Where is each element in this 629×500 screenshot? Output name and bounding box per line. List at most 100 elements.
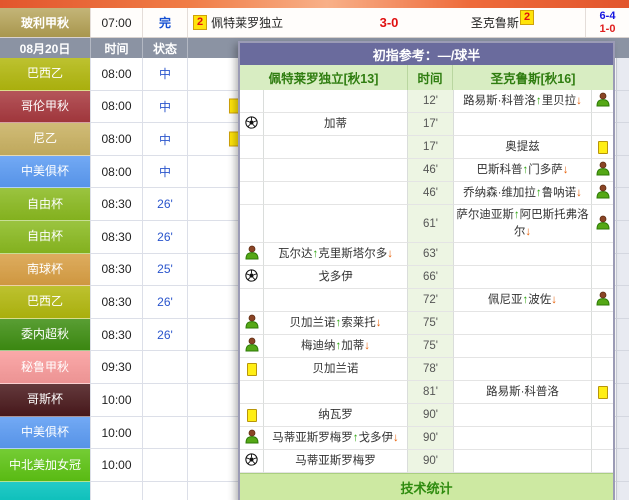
row-right-strip xyxy=(616,221,629,254)
league-badge xyxy=(0,482,90,500)
league-badge: 自由杯 xyxy=(0,188,90,221)
substitution-icon xyxy=(244,245,260,263)
away-event-player-cell xyxy=(453,427,591,450)
match-time: 08:00 xyxy=(90,58,142,91)
home-event-icon-cell xyxy=(240,381,263,404)
away-event-icon-cell xyxy=(591,243,613,266)
sub-in-arrow-icon: ↑ xyxy=(523,164,529,176)
featured-match-row[interactable]: 玻利甲秋 07:00 完 2 佩特莱罗独立 3-0 圣克鲁斯 2 6-4 1-0 xyxy=(0,8,629,38)
event-minute: 81' xyxy=(407,381,453,404)
substitution-icon xyxy=(595,92,611,110)
popup-time-header: 时间 xyxy=(407,65,453,90)
event-row: 马蒂亚斯罗梅罗 90' xyxy=(240,450,613,473)
match-time: 08:30 xyxy=(90,254,142,287)
home-event-player-cell: 梅迪纳↑加蒂↓ xyxy=(263,335,407,358)
event-row: 46' 乔纳森·维加拉↑鲁呐诺↓ xyxy=(240,182,613,205)
league-badge: 秘鲁甲秋 xyxy=(0,351,90,384)
match-status xyxy=(142,351,187,384)
sub-out-arrow-icon: ↓ xyxy=(563,164,569,176)
event-minute: 90' xyxy=(407,404,453,427)
home-event-player-cell: 纳瓦罗 xyxy=(263,404,407,427)
page-top-banner xyxy=(0,0,629,8)
event-row: 贝加兰诺↑索莱托↓ 75' xyxy=(240,312,613,335)
away-event-icon-cell xyxy=(591,404,613,427)
match-status: 中 xyxy=(142,123,187,156)
sub-out-arrow-icon: ↓ xyxy=(525,226,531,238)
row-right-strip xyxy=(616,58,629,91)
event-row: 61' 萨尔迪亚斯↑阿巴斯托弗洛尔↓ xyxy=(240,205,613,243)
away-event-icon-cell xyxy=(591,113,613,136)
sub-in-arrow-icon: ↑ xyxy=(336,317,342,329)
match-time: 08:00 xyxy=(90,123,142,156)
event-minute: 17' xyxy=(407,136,453,159)
away-event-icon-cell xyxy=(591,136,613,159)
event-player-text: 巴斯科普↑门多萨↓ xyxy=(475,160,571,181)
home-event-player-cell xyxy=(263,289,407,312)
event-row: 72' 佩尼亚↑波佐↓ xyxy=(240,289,613,312)
sub-out-arrow-icon: ↓ xyxy=(576,187,582,199)
row-right-strip xyxy=(616,319,629,352)
match-status: 26' xyxy=(142,188,187,221)
match-time: 07:00 xyxy=(90,8,142,37)
event-row: 17' 奥提兹 xyxy=(240,136,613,159)
home-event-player-cell: 加蒂 xyxy=(263,113,407,136)
event-minute: 46' xyxy=(407,159,453,182)
event-minute: 75' xyxy=(407,312,453,335)
row-right-strip xyxy=(616,188,629,221)
event-minute: 63' xyxy=(407,243,453,266)
away-event-player-cell xyxy=(453,312,591,335)
league-badge: 中北美加女冠 xyxy=(0,449,90,482)
event-row: 81' 路易斯·科普洛 xyxy=(240,381,613,404)
event-player-text: 瓦尔达↑克里斯塔尔多↓ xyxy=(276,244,395,265)
event-player-text: 奥提兹 xyxy=(503,137,542,158)
event-row: 纳瓦罗 90' xyxy=(240,404,613,427)
home-team-cell[interactable]: 2 佩特莱罗独立 xyxy=(187,8,358,37)
sub-out-arrow-icon: ↓ xyxy=(387,248,393,260)
half-time-score: 1-0 xyxy=(600,23,616,36)
event-minute: 66' xyxy=(407,266,453,289)
yellow-card-icon xyxy=(598,141,608,154)
home-event-icon-cell xyxy=(240,90,263,113)
match-status xyxy=(142,482,187,500)
event-minute: 75' xyxy=(407,335,453,358)
event-minute: 46' xyxy=(407,182,453,205)
home-event-player-cell xyxy=(263,205,407,243)
away-event-icon-cell xyxy=(591,289,613,312)
match-time: 08:30 xyxy=(90,221,142,254)
event-minute: 72' xyxy=(407,289,453,312)
away-event-icon-cell xyxy=(591,335,613,358)
away-event-player-cell: 路易斯·科普洛↑里贝拉↓ xyxy=(453,90,591,113)
match-score: 3-0 xyxy=(358,8,420,37)
home-event-icon-cell xyxy=(240,136,263,159)
home-event-player-cell: 贝加兰诺 xyxy=(263,358,407,381)
match-time: 10:00 xyxy=(90,449,142,482)
away-event-icon-cell xyxy=(591,159,613,182)
match-status xyxy=(142,384,187,417)
away-team-cell[interactable]: 圣克鲁斯 2 xyxy=(420,8,585,37)
event-row: 46' 巴斯科普↑门多萨↓ xyxy=(240,159,613,182)
match-status xyxy=(142,449,187,482)
away-event-player-cell: 佩尼亚↑波佐↓ xyxy=(453,289,591,312)
match-time: 10:00 xyxy=(90,417,142,450)
row-right-strip xyxy=(616,123,629,156)
home-event-player-cell xyxy=(263,182,407,205)
event-row: 瓦尔达↑克里斯塔尔多↓ 63' xyxy=(240,243,613,266)
event-player-text: 马蒂亚斯罗梅罗 xyxy=(293,451,378,472)
row-right-strip xyxy=(616,482,629,500)
match-time: 08:30 xyxy=(90,319,142,352)
home-rank-badge: 2 xyxy=(193,15,207,30)
away-event-player-cell: 路易斯·科普洛 xyxy=(453,381,591,404)
tech-stats-tab[interactable]: 技术统计 xyxy=(240,473,613,500)
away-event-icon-cell xyxy=(591,90,613,113)
sub-in-arrow-icon: ↑ xyxy=(313,248,319,260)
league-badge: 巴西乙 xyxy=(0,58,90,91)
away-event-icon-cell xyxy=(591,427,613,450)
corner-halfscore-cell: 6-4 1-0 xyxy=(585,8,629,37)
match-status: 中 xyxy=(142,91,187,124)
corner-score: 6-4 xyxy=(600,10,616,23)
time-column-header: 时间 xyxy=(90,38,142,58)
match-time xyxy=(90,482,142,500)
sub-in-arrow-icon: ↑ xyxy=(536,187,542,199)
yellow-card-icon xyxy=(598,386,608,399)
sub-in-arrow-icon: ↑ xyxy=(536,95,542,107)
